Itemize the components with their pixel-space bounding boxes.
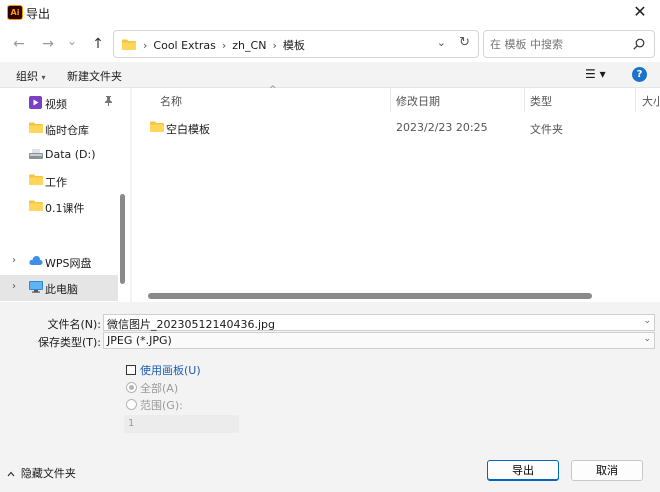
radio-selected-dot bbox=[129, 385, 134, 390]
nav-item-label: 视频 bbox=[45, 98, 67, 111]
search-box[interactable] bbox=[483, 30, 655, 58]
file-name: 空白模板 bbox=[166, 123, 210, 136]
use-artboards-label[interactable]: 使用画板(U) bbox=[140, 362, 201, 378]
folder-icon bbox=[122, 39, 136, 50]
folder-icon bbox=[29, 174, 43, 185]
drive-icon bbox=[29, 149, 43, 159]
nav-item-label: 临时仓库 bbox=[45, 124, 89, 137]
back-button[interactable]: ← bbox=[9, 34, 29, 54]
file-list: ^ 名称 修改日期 类型 大小 空白模板 2023/2/23 20:25 文件夹 bbox=[132, 85, 660, 302]
file-row[interactable]: 空白模板 2023/2/23 20:25 文件夹 bbox=[132, 118, 660, 140]
range-label: 范围(G): bbox=[140, 399, 183, 412]
column-divider[interactable] bbox=[524, 88, 525, 112]
refresh-icon[interactable]: ↻ bbox=[459, 35, 470, 50]
cancel-button[interactable]: 取消 bbox=[571, 460, 643, 481]
filetype-value: JPEG (*.JPG) bbox=[107, 334, 172, 347]
folder-icon bbox=[29, 122, 43, 133]
range-radio[interactable] bbox=[126, 399, 137, 410]
column-divider[interactable] bbox=[635, 88, 636, 112]
sort-indicator-icon: ^ bbox=[269, 85, 277, 95]
column-header-size[interactable]: 大小 bbox=[642, 93, 660, 109]
address-history-chevron-icon[interactable]: ⌄ bbox=[437, 36, 446, 49]
navigation-pane: 视频 临时仓库 Data (D:) 工作 0.1课件 › WPS网盘 › 此电脑 bbox=[0, 88, 130, 302]
new-folder-button[interactable]: 新建文件夹 bbox=[67, 68, 122, 84]
file-modified: 2023/2/23 20:25 bbox=[396, 121, 488, 134]
hide-folders-label: 隐藏文件夹 bbox=[20, 467, 76, 480]
title-bar: Ai 导出 ✕ bbox=[0, 0, 660, 26]
search-input[interactable] bbox=[490, 38, 620, 51]
up-button[interactable]: ↑ bbox=[88, 34, 108, 54]
recent-locations-button[interactable]: ⌄ bbox=[62, 31, 82, 51]
filename-field[interactable]: 微信图片_20230512140436.jpg ⌄ bbox=[103, 314, 655, 331]
breadcrumb-separator: › bbox=[272, 38, 277, 52]
range-input[interactable]: 1 bbox=[124, 415, 239, 433]
view-options-button[interactable]: ☰ ▾ bbox=[585, 67, 606, 81]
cloud-icon bbox=[29, 256, 43, 265]
address-bar[interactable]: › Cool Extras › zh_CN › 模板 ⌄ ↻ bbox=[113, 30, 479, 58]
illustrator-app-icon: Ai bbox=[7, 5, 23, 20]
filename-label: 文件名(N): bbox=[47, 318, 101, 331]
horizontal-scrollbar[interactable] bbox=[148, 293, 592, 299]
nav-item-label: 此电脑 bbox=[45, 283, 78, 296]
navigation-pane-scrollbar[interactable] bbox=[120, 194, 125, 284]
pin-icon bbox=[104, 96, 113, 109]
breadcrumb-templates[interactable]: 模板 bbox=[280, 37, 308, 53]
breadcrumb-separator: › bbox=[221, 38, 227, 52]
organize-label: 组织 bbox=[16, 70, 38, 83]
forward-button[interactable]: → bbox=[38, 34, 58, 54]
breadcrumb: › Cool Extras › zh_CN › 模板 bbox=[140, 37, 308, 53]
all-artboards-radio[interactable] bbox=[126, 382, 137, 393]
nav-item-data-drive[interactable]: Data (D:) bbox=[0, 142, 118, 168]
video-icon bbox=[29, 96, 42, 109]
nav-item-this-pc[interactable]: › 此电脑 bbox=[0, 275, 118, 301]
column-header-modified[interactable]: 修改日期 bbox=[396, 93, 440, 109]
nav-item-label: 工作 bbox=[45, 176, 67, 189]
organize-menu[interactable]: 组织 ▾ bbox=[16, 68, 46, 84]
chevron-down-icon: ⌄ bbox=[643, 334, 651, 344]
search-icon[interactable] bbox=[633, 38, 645, 50]
nav-item-work[interactable]: 工作 bbox=[0, 168, 118, 194]
filetype-label: 保存类型(T): bbox=[37, 336, 101, 349]
breadcrumb-cool-extras[interactable]: Cool Extras bbox=[150, 39, 218, 52]
nav-item-temp-repo[interactable]: 临时仓库 bbox=[0, 116, 118, 142]
column-header-name[interactable]: 名称 bbox=[160, 93, 182, 109]
filetype-select[interactable]: JPEG (*.JPG) ⌄ bbox=[103, 332, 655, 349]
nav-item-label: WPS网盘 bbox=[45, 257, 92, 270]
breadcrumb-separator: › bbox=[143, 38, 148, 52]
help-icon[interactable]: ? bbox=[632, 67, 647, 82]
column-header-type[interactable]: 类型 bbox=[530, 93, 552, 109]
close-button[interactable]: ✕ bbox=[630, 2, 650, 21]
nav-item-videos[interactable]: 视频 bbox=[0, 90, 118, 116]
navigation-bar: ← → ⌄ ↑ › Cool Extras › zh_CN › 模板 ⌄ ↻ bbox=[0, 26, 660, 62]
use-artboards-checkbox[interactable] bbox=[126, 365, 136, 375]
export-button[interactable]: 导出 bbox=[487, 460, 559, 481]
folder-icon bbox=[150, 121, 164, 132]
nav-item-wps-cloud[interactable]: › WPS网盘 bbox=[0, 249, 118, 275]
file-type: 文件夹 bbox=[530, 123, 563, 136]
command-bar: 组织 ▾ 新建文件夹 ☰ ▾ ? bbox=[0, 62, 660, 88]
chevron-right-icon[interactable]: › bbox=[12, 281, 16, 292]
nav-item-label: 0.1课件 bbox=[45, 202, 85, 215]
chevron-right-icon[interactable]: › bbox=[12, 255, 16, 266]
all-artboards-label: 全部(A) bbox=[140, 382, 179, 395]
chevron-down-icon: ▾ bbox=[41, 73, 46, 82]
computer-icon bbox=[29, 281, 43, 293]
nav-item-courseware[interactable]: 0.1课件 bbox=[0, 194, 118, 220]
chevron-up-icon bbox=[7, 470, 18, 480]
breadcrumb-zh-cn[interactable]: zh_CN bbox=[229, 39, 269, 52]
folder-icon bbox=[29, 200, 43, 211]
nav-item-label: Data (D:) bbox=[45, 148, 96, 161]
hide-folders-toggle[interactable]: 隐藏文件夹 bbox=[7, 465, 76, 481]
column-divider[interactable] bbox=[390, 88, 391, 112]
window-title: 导出 bbox=[26, 7, 51, 21]
filename-value: 微信图片_20230512140436.jpg bbox=[107, 318, 275, 331]
chevron-down-icon[interactable]: ⌄ bbox=[643, 316, 651, 326]
